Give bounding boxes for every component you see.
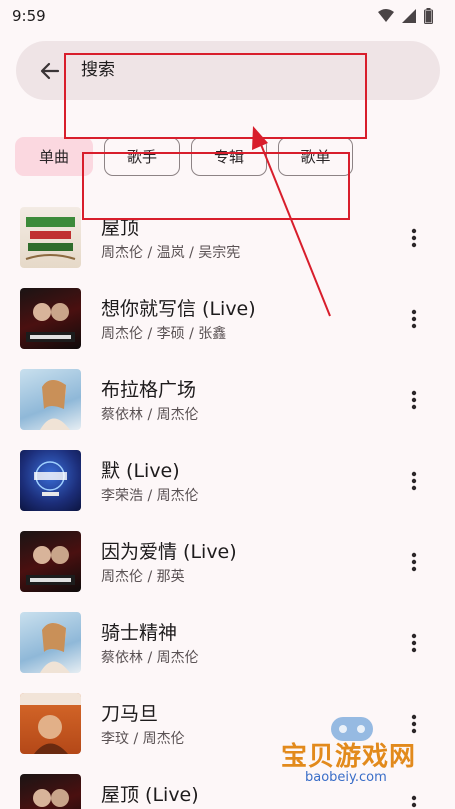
annotation-arrow-icon bbox=[252, 126, 331, 317]
watermark-name: 宝贝游戏网 bbox=[281, 742, 417, 772]
watermark-logo: 宝贝游戏网 baobeiy.com bbox=[281, 712, 423, 792]
watermark-url: baobeiy.com bbox=[305, 770, 387, 785]
